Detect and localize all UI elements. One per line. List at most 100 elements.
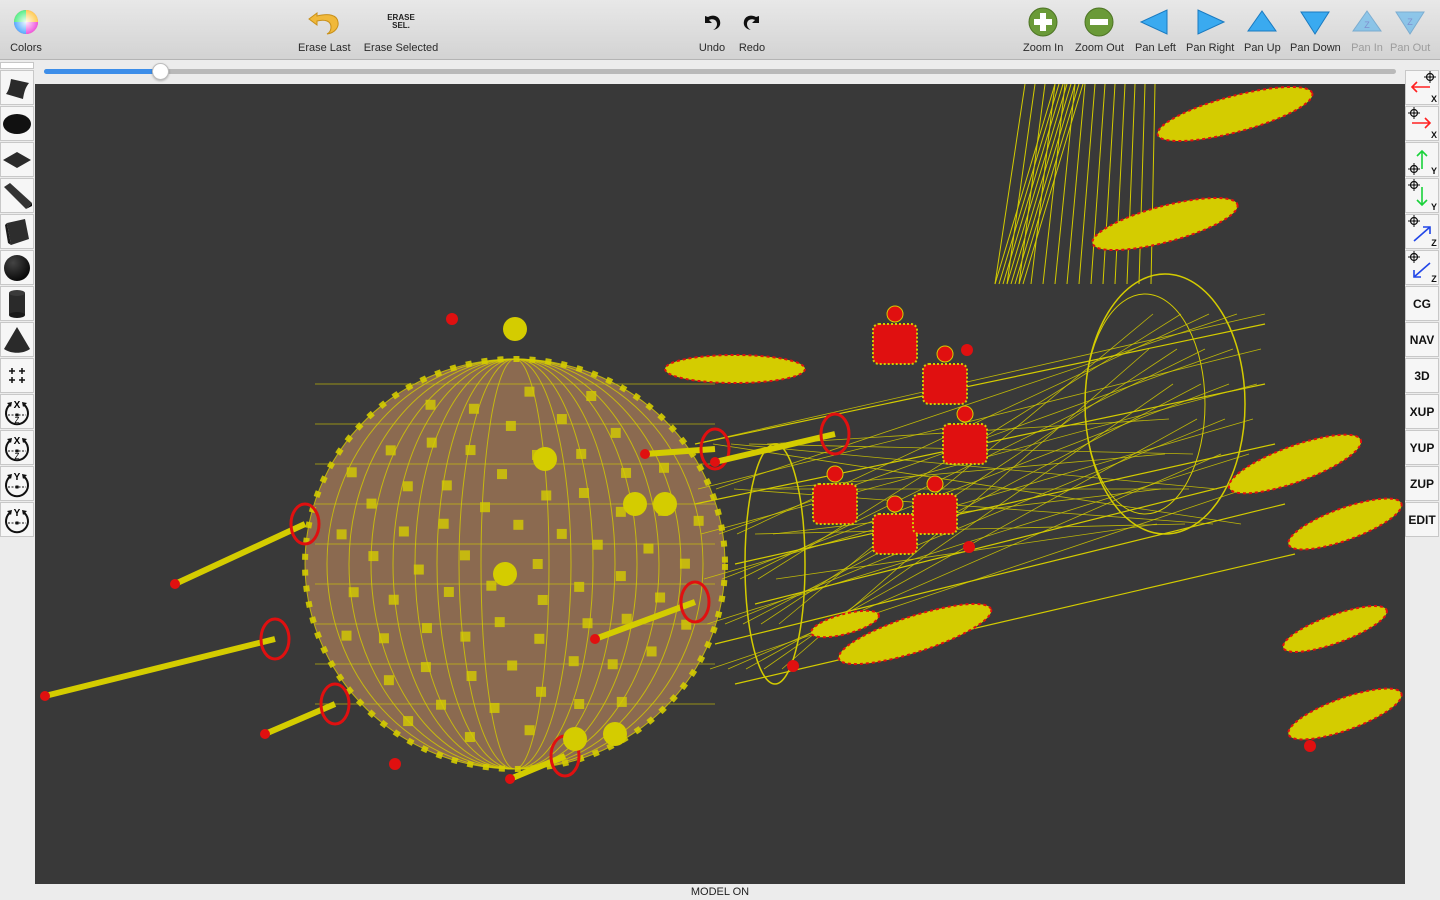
pan-down-button[interactable]: Pan Down [1290, 6, 1341, 54]
axis-label-top: Y [14, 472, 21, 483]
mesh-vertex [578, 487, 589, 498]
points-grid-icon [9, 367, 25, 383]
marker-dot [787, 660, 799, 672]
wedge-tool-button[interactable] [0, 178, 34, 213]
colors-button[interactable]: Colors [8, 6, 44, 54]
rotate-xz-cw-button[interactable]: XZ [0, 394, 34, 429]
rotate-y-cw-button[interactable]: Y [0, 466, 34, 501]
yup-label: YUP [1409, 440, 1435, 455]
axis-arrow-icon: Y [1408, 178, 1437, 212]
wireframe-model [40, 84, 1403, 784]
axis-arrow-icon: X [1410, 70, 1437, 104]
nav-label: NAV [1409, 332, 1435, 347]
pan-in-button[interactable]: Z Pan In [1349, 6, 1385, 54]
move-neg-z-button[interactable]: Z [1405, 250, 1439, 285]
axis-label: Z [1431, 274, 1437, 284]
move-pos-y-button[interactable]: Y [1405, 142, 1439, 177]
hull-nodule [603, 722, 627, 746]
3d-label: 3D [1414, 368, 1430, 383]
engine-cylinder [912, 493, 958, 535]
pan-left-button[interactable]: Pan Left [1135, 6, 1176, 54]
triangle-left-icon [1137, 6, 1173, 38]
axis-label-top: X [14, 400, 21, 411]
mesh-vertex [464, 732, 475, 743]
engine-cap [926, 475, 944, 493]
strut-line [1102, 84, 1116, 285]
3d-viewport[interactable] [35, 84, 1405, 884]
mesh-vertex [398, 526, 409, 537]
mesh-vertex [466, 671, 477, 682]
ellipse-tool-button[interactable] [0, 106, 34, 141]
cube-icon [5, 218, 29, 245]
mesh-vertex [403, 716, 414, 727]
pan-up-button[interactable]: Pan Up [1244, 6, 1281, 54]
cylinder-tool-button[interactable] [0, 286, 34, 321]
yup-button[interactable]: YUP [1405, 430, 1439, 465]
marker-dot [961, 344, 973, 356]
zoom-slider[interactable] [44, 63, 1396, 80]
edit-button[interactable]: EDIT [1405, 502, 1439, 537]
redo-icon [734, 6, 770, 38]
zoom-in-label: Zoom In [1023, 42, 1064, 54]
mesh-vertex [443, 586, 454, 597]
cg-button[interactable]: CG [1405, 286, 1439, 321]
mesh-vertex [586, 391, 597, 402]
redo-button[interactable]: Redo [734, 6, 770, 54]
nav-button[interactable]: NAV [1405, 322, 1439, 357]
fin-disc [1091, 196, 1239, 252]
mesh-vertex [616, 696, 627, 707]
move-neg-y-button[interactable]: Y [1405, 178, 1439, 213]
mesh-vertex [524, 725, 535, 736]
engine-cylinder [812, 483, 858, 525]
rotate-y-ccw-button[interactable]: Y [0, 502, 34, 537]
slider-thumb[interactable] [152, 63, 170, 80]
zoom-out-button[interactable]: Zoom Out [1075, 6, 1124, 54]
erase-sel-glyph-line2: SEL. [392, 21, 410, 30]
fin-disc [1156, 85, 1314, 143]
svg-text:Z: Z [1407, 17, 1413, 27]
3d-button[interactable]: 3D [1405, 358, 1439, 393]
mesh-vertex [556, 528, 567, 539]
edit-label: EDIT [1408, 512, 1436, 527]
plane-tool-button[interactable] [0, 142, 34, 177]
hull-nodule [563, 727, 587, 751]
frame-line [721, 383, 1230, 580]
pan-right-button[interactable]: Pan Right [1186, 6, 1234, 54]
points-tool-button[interactable] [0, 358, 34, 393]
fin-disc [1287, 497, 1403, 551]
pan-out-button[interactable]: Z Pan Out [1390, 6, 1430, 54]
engine-cylinder [872, 513, 918, 555]
undo-button[interactable]: Undo [694, 6, 730, 54]
hull-nodule [493, 562, 517, 586]
erase-last-icon [306, 6, 342, 38]
move-neg-x-button[interactable]: X [1405, 70, 1439, 105]
antenna-rod [173, 521, 307, 587]
sphere-tool-button[interactable] [0, 250, 34, 285]
marker-dot [389, 758, 401, 770]
move-pos-x-button[interactable]: X [1405, 106, 1439, 141]
mesh-vertex [556, 414, 567, 425]
rotate-xz-ccw-button[interactable]: XZ [0, 430, 34, 465]
rotate-icon: XZ [5, 400, 29, 425]
zup-label: ZUP [1410, 476, 1434, 491]
rod-tip [260, 729, 270, 739]
mesh-vertex [459, 550, 470, 561]
box-tool-button[interactable] [0, 214, 34, 249]
mesh-vertex [436, 699, 447, 710]
erase-selected-button[interactable]: ERASE SEL. Erase Selected [361, 6, 441, 55]
mesh-vertex [480, 502, 491, 513]
mesh-vertex [366, 498, 377, 509]
mesh-vertex [534, 633, 545, 644]
zup-button[interactable]: ZUP [1405, 466, 1439, 501]
erase-last-button[interactable]: Erase Last [298, 6, 351, 54]
axis-label: Y [1431, 202, 1437, 212]
mesh-vertex [441, 480, 452, 491]
hull-nodule [533, 447, 557, 471]
xup-button[interactable]: XUP [1405, 394, 1439, 429]
mesh-vertex [607, 659, 618, 670]
cone-tool-button[interactable] [0, 322, 34, 357]
plus-circle-icon [1025, 6, 1061, 38]
surface-tool-button[interactable] [0, 70, 34, 105]
zoom-in-button[interactable]: Zoom In [1023, 6, 1063, 54]
move-pos-z-button[interactable]: Z [1405, 214, 1439, 249]
